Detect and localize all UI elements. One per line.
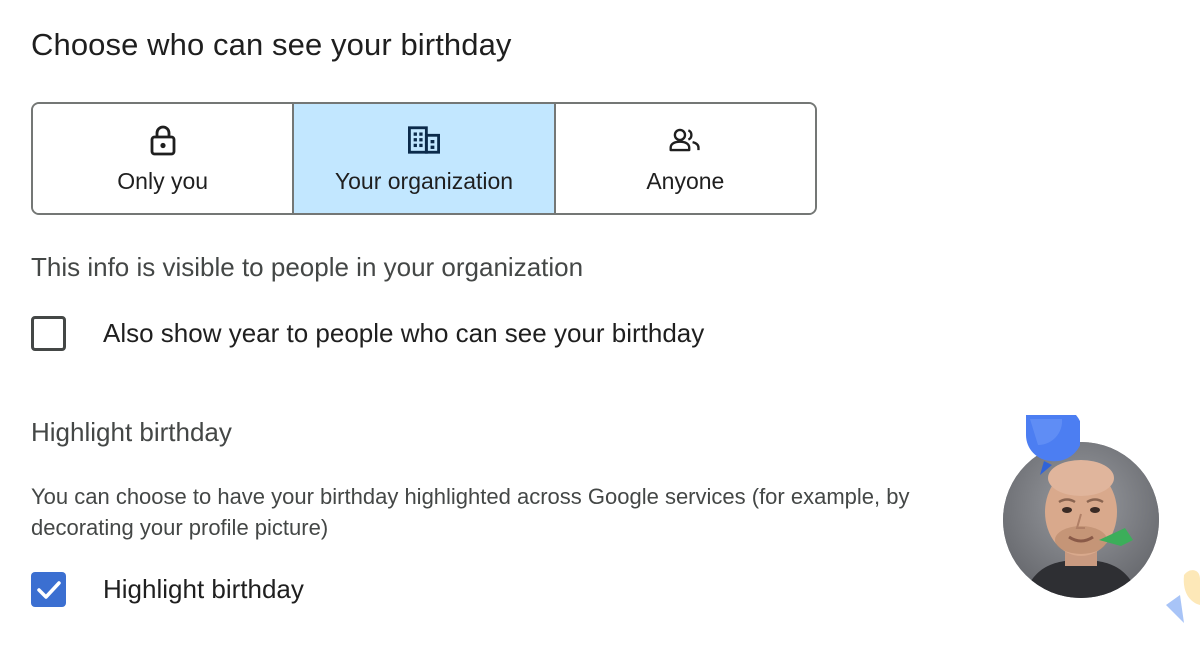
option-label: Your organization [334,168,514,194]
building-icon [407,124,440,156]
balloon-icon [1026,415,1080,475]
option-only-you[interactable]: Only you [33,104,293,213]
option-label: Anyone [646,168,725,194]
checkmark-icon [36,580,61,599]
highlight-birthday-row[interactable]: Highlight birthday [31,572,304,607]
people-icon [669,124,701,156]
highlight-section-description: You can choose to have your birthday hig… [31,484,910,540]
lock-icon [147,124,179,156]
show-year-row[interactable]: Also show year to people who can see you… [31,316,704,351]
profile-picture-preview [1000,415,1200,665]
show-year-checkbox[interactable] [31,316,66,351]
visibility-info-text: This info is visible to people in your o… [31,252,584,282]
option-anyone[interactable]: Anyone [553,104,815,213]
visibility-segmented-control: Only you Your organization Anyone [31,102,817,215]
page-title: Choose who can see your birthday [31,27,512,62]
birthday-visibility-page: Choose who can see your birthday Only yo… [0,0,1200,665]
option-label: Only you [117,168,209,194]
highlight-section-title: Highlight birthday [31,417,232,447]
option-your-organization[interactable]: Your organization [292,104,554,213]
highlight-birthday-checkbox[interactable] [31,572,66,607]
confetti-icon [1166,570,1200,623]
highlight-birthday-label: Highlight birthday [103,574,304,604]
show-year-label: Also show year to people who can see you… [103,318,705,348]
